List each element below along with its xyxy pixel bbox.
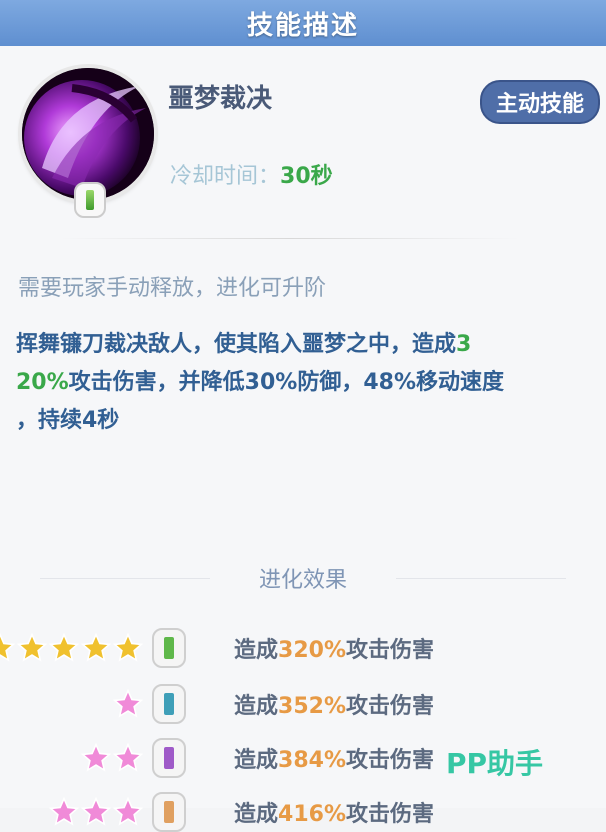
star-rating xyxy=(112,688,144,720)
rank-badge xyxy=(152,738,186,778)
cooldown-value: 30秒 xyxy=(280,164,333,189)
star-icon xyxy=(112,742,144,772)
rank-badge xyxy=(152,684,186,724)
effect-percent: 384% xyxy=(278,748,346,773)
effect-percent: 352% xyxy=(278,694,346,719)
effect-percent: 320% xyxy=(278,638,346,663)
cooldown-info: 冷却时间：30秒 xyxy=(170,158,333,190)
effect-suffix: 攻击伤害 xyxy=(345,694,434,719)
star-icon xyxy=(16,632,48,662)
star-icon xyxy=(112,688,144,718)
evolution-title: 进化效果 xyxy=(258,568,347,593)
star-icon xyxy=(48,796,80,826)
star-icon xyxy=(80,796,112,826)
effect-prefix: 造成 xyxy=(234,694,279,719)
effect-percent: 416% xyxy=(278,802,346,827)
evolution-effect-text: 造成384%攻击伤害 xyxy=(234,742,434,774)
scythe-slash-icon xyxy=(22,68,154,200)
desc-text-1: 挥舞镰刀裁决敌人，使其陷入噩梦之中，造成 xyxy=(16,332,457,357)
desc-text-3: ，持续4秒 xyxy=(16,408,120,433)
skill-description-header: 技能描述 xyxy=(0,0,606,46)
divider xyxy=(60,238,520,239)
evolution-row: 造成416%攻击伤害 xyxy=(0,792,606,832)
rank-badge xyxy=(152,628,186,668)
evolution-effect-text: 造成352%攻击伤害 xyxy=(234,688,434,720)
skill-rank-badge xyxy=(74,182,106,218)
skill-type-badge: 主动技能 xyxy=(479,80,600,124)
effect-prefix: 造成 xyxy=(234,748,279,773)
skill-icon xyxy=(22,68,154,200)
star-rating xyxy=(0,632,144,664)
desc-text-2: 攻击伤害，并降低30%防御，48%移动速度 xyxy=(68,370,504,395)
rank-badge xyxy=(152,792,186,832)
star-icon xyxy=(0,632,16,662)
star-rating xyxy=(80,742,144,774)
evolution-effect-text: 造成416%攻击伤害 xyxy=(234,796,434,828)
effect-prefix: 造成 xyxy=(234,802,279,827)
star-icon xyxy=(80,632,112,662)
skill-hint: 需要玩家手动释放，进化可升阶 xyxy=(18,276,327,301)
skill-description: 挥舞镰刀裁决敌人，使其陷入噩梦之中，造成3 20%攻击伤害，并降低30%防御，48… xyxy=(16,326,586,440)
star-rating xyxy=(48,796,144,828)
effect-suffix: 攻击伤害 xyxy=(345,748,434,773)
effect-suffix: 攻击伤害 xyxy=(345,802,434,827)
skill-name: 噩梦裁决 xyxy=(168,84,273,114)
desc-damage-1: 3 xyxy=(456,332,472,357)
star-icon xyxy=(112,796,144,826)
desc-damage-2: 20% xyxy=(16,370,69,395)
effect-prefix: 造成 xyxy=(234,638,279,663)
evolution-effect-text: 造成320%攻击伤害 xyxy=(234,632,434,664)
watermark: PP助手 xyxy=(446,747,544,780)
star-icon xyxy=(112,632,144,662)
effect-suffix: 攻击伤害 xyxy=(345,638,434,663)
cooldown-label: 冷却时间： xyxy=(170,164,281,189)
evolution-row: 造成352%攻击伤害 xyxy=(0,684,606,724)
star-icon xyxy=(48,632,80,662)
header-title: 技能描述 xyxy=(246,10,359,41)
star-icon xyxy=(80,742,112,772)
evolution-row: 造成320%攻击伤害 xyxy=(0,628,606,668)
